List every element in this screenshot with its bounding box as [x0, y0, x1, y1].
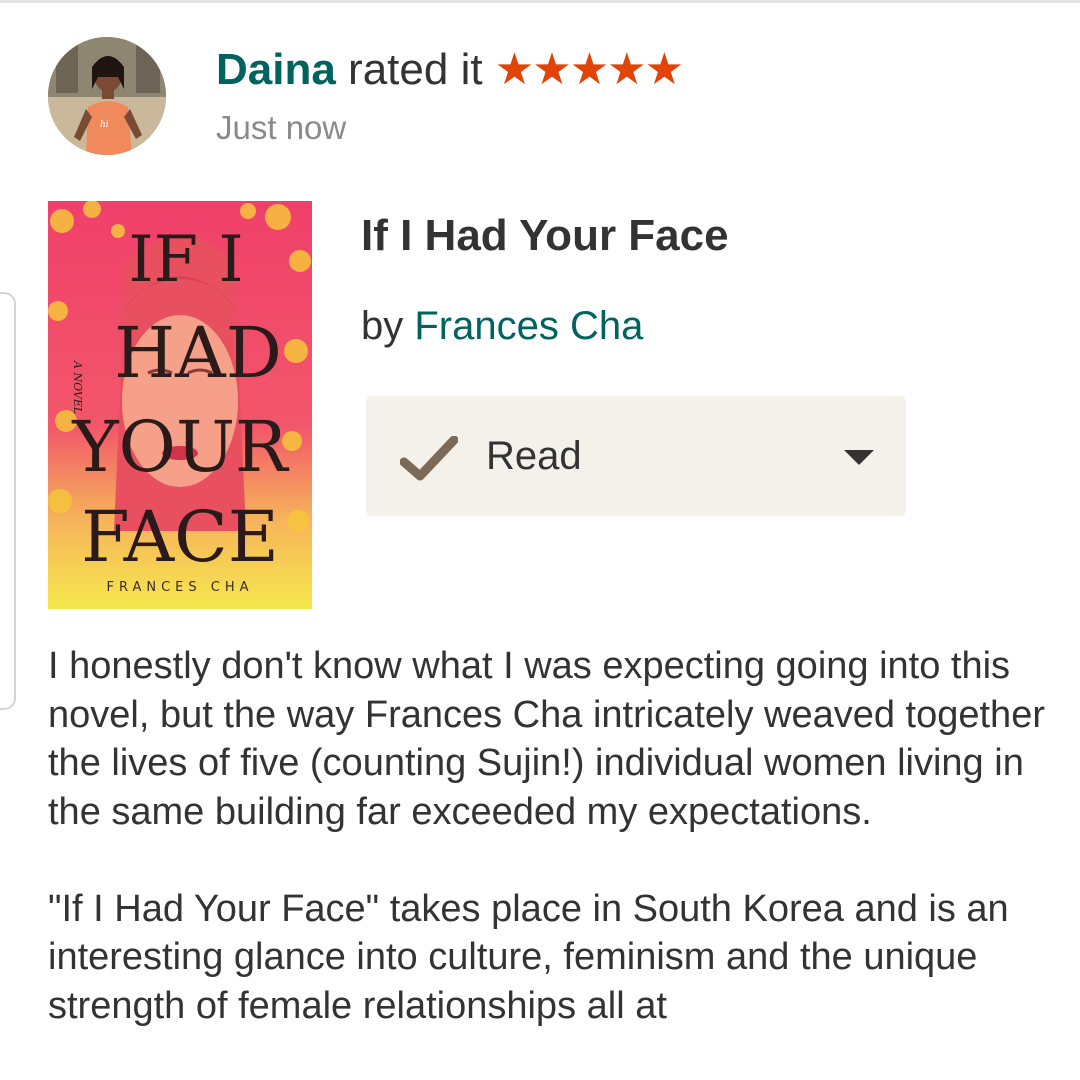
review-text: I honestly don't know what I was expecti… — [48, 642, 1058, 1030]
cover-title-line-4: FACE — [81, 496, 279, 578]
checkmark-icon — [400, 436, 458, 481]
cover-title-line-1: IF I — [128, 223, 243, 297]
author-line: by Frances Cha — [361, 300, 643, 352]
review-paragraph: I honestly don't know what I was expecti… — [48, 645, 1045, 833]
star-rating-icon: ★★★★★ — [494, 45, 684, 94]
cover-title-line-2: HAD — [114, 312, 282, 394]
review-paragraph: "If I Had Your Face" takes place in Sout… — [48, 887, 1009, 1027]
book-cover-art: IF I HAD YOUR FACE A NOVEL FRANCES CHA — [48, 201, 312, 609]
svg-text:hi: hi — [100, 120, 109, 130]
cover-author: FRANCES CHA — [106, 580, 253, 595]
avatar-photo: hi — [48, 37, 166, 155]
book-cover[interactable]: IF I HAD YOUR FACE A NOVEL FRANCES CHA — [48, 201, 312, 609]
book-title-link[interactable]: If I Had Your Face — [361, 208, 1061, 264]
by-label: by — [361, 304, 415, 348]
cover-title-line-3: YOUR — [71, 406, 290, 488]
side-scroll-handle[interactable] — [0, 292, 16, 710]
top-divider — [0, 0, 1080, 3]
cover-tagline: A NOVEL — [71, 360, 84, 414]
user-avatar[interactable]: hi — [48, 37, 166, 155]
user-name-link[interactable]: Daina — [216, 45, 336, 94]
shelf-status-button[interactable]: Read — [366, 396, 906, 516]
rating-line: Daina rated it ★★★★★ — [216, 44, 836, 96]
timestamp: Just now — [216, 109, 347, 146]
rated-it-text: rated it — [335, 45, 495, 94]
author-link[interactable]: Frances Cha — [414, 304, 643, 348]
caret-down-icon[interactable] — [844, 450, 874, 465]
shelf-status-label: Read — [486, 434, 582, 478]
